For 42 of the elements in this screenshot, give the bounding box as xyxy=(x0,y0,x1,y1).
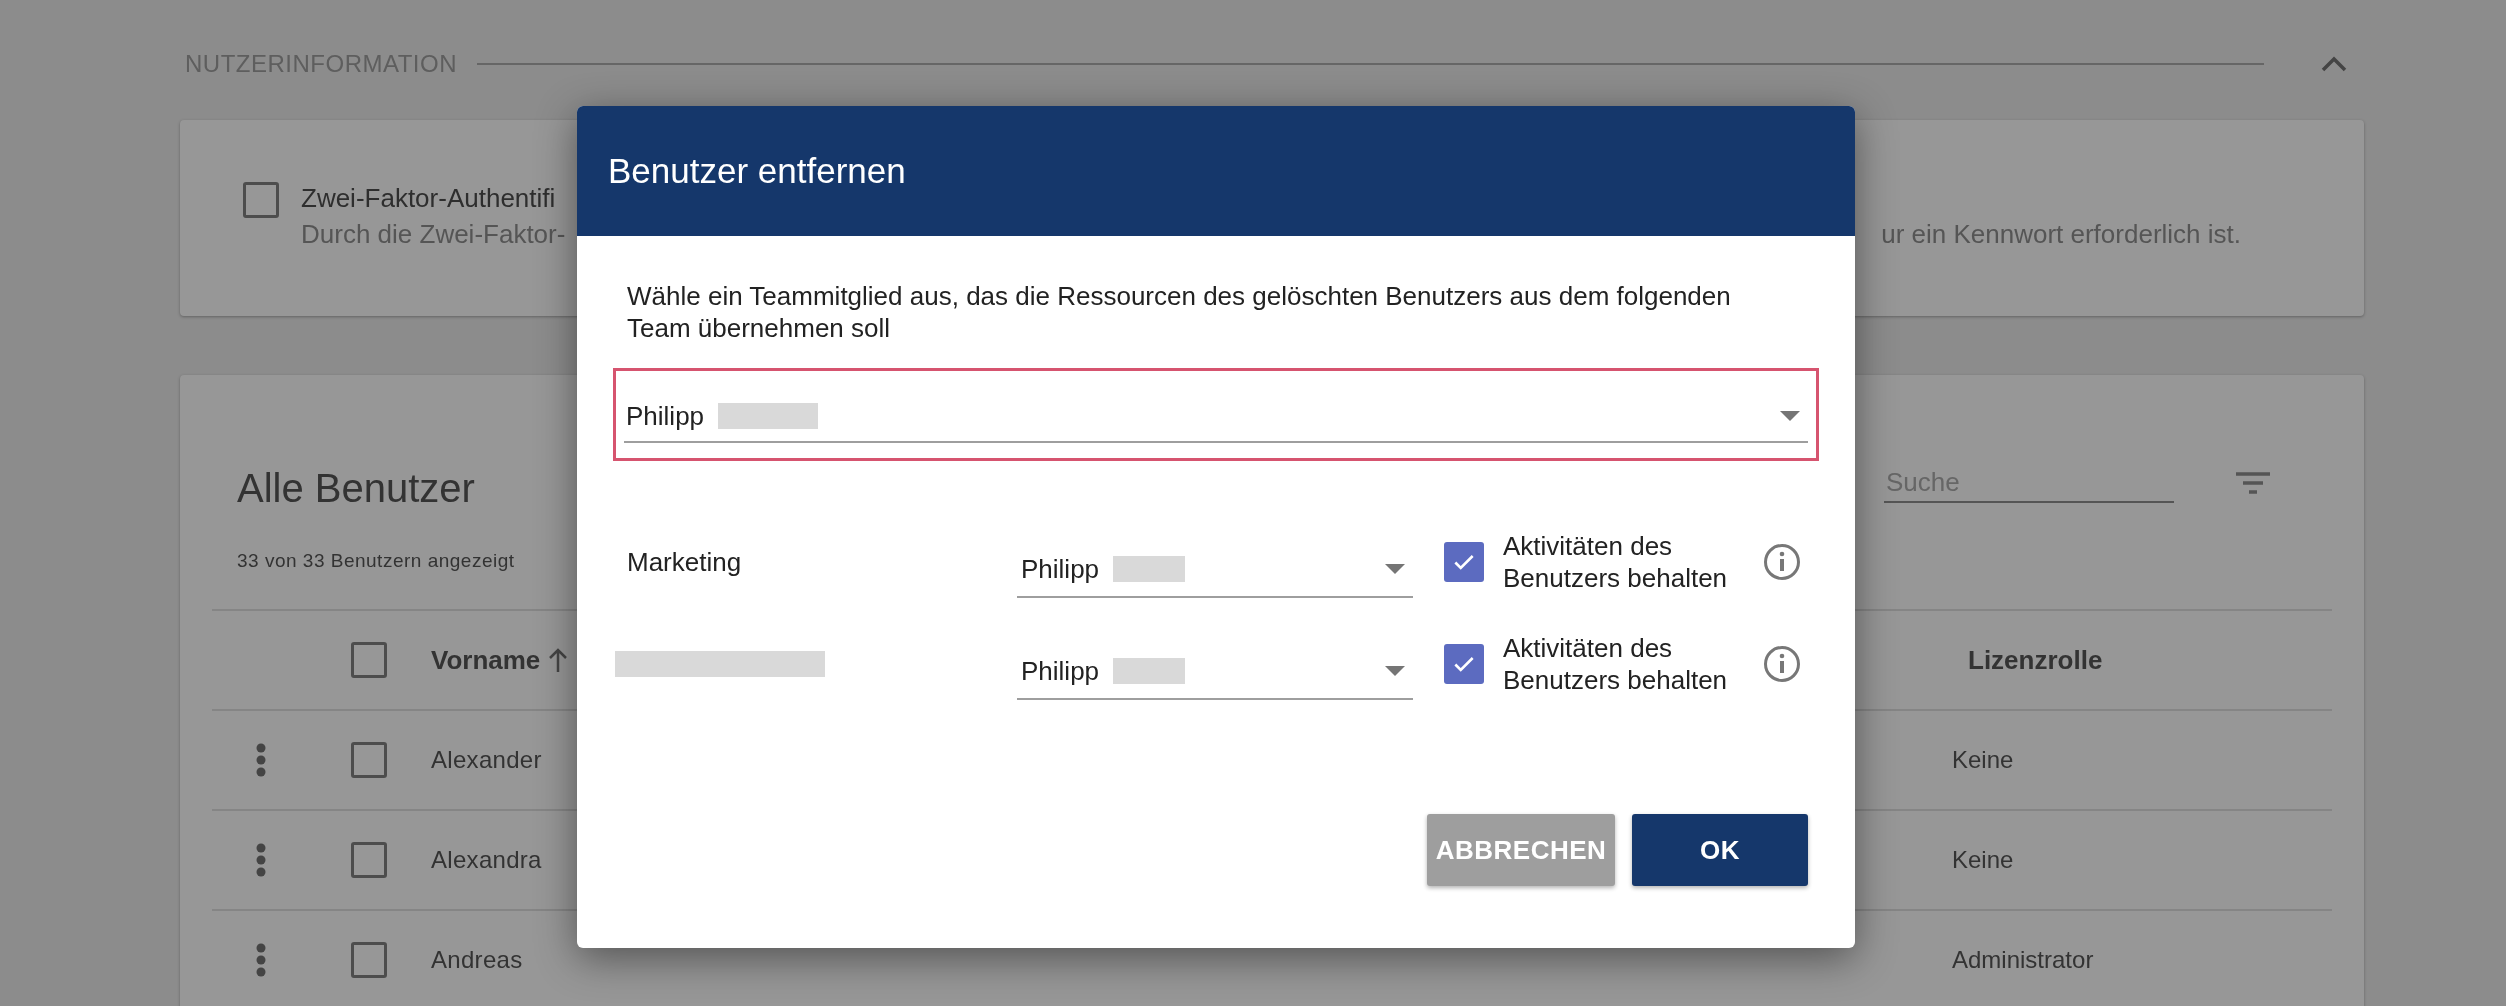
more-options-icon[interactable] xyxy=(256,843,266,877)
assignee-select[interactable]: Philipp xyxy=(613,368,1819,461)
info-icon[interactable] xyxy=(1763,645,1801,683)
option-description: ur ein Kennwort erforderlich ist. xyxy=(1881,218,2241,251)
option-description: Durch die Zwei-Faktor- xyxy=(301,218,566,251)
table-cell-text: Keine xyxy=(1952,845,2014,875)
table-cell-text: Administrator xyxy=(1952,945,2094,975)
checkbox[interactable] xyxy=(351,942,387,978)
info-icon[interactable] xyxy=(1763,543,1801,581)
more-options-icon[interactable] xyxy=(256,943,266,977)
checkbox[interactable] xyxy=(243,182,279,218)
dropdown-caret-icon[interactable] xyxy=(1385,665,1405,677)
table-cell-text: Alexander xyxy=(431,745,542,775)
checkbox[interactable] xyxy=(351,842,387,878)
table-cell-text: Alexandra xyxy=(431,845,542,875)
checkbox[interactable] xyxy=(1444,644,1484,684)
checkbox[interactable] xyxy=(351,642,387,678)
filter-icon[interactable] xyxy=(2234,470,2272,496)
checkbox-label: Aktivitäten des Benutzers behalten xyxy=(1503,530,1729,594)
result-count: 33 von 33 Benutzern angezeigt xyxy=(237,549,515,573)
team-name: Marketing xyxy=(627,545,742,579)
dropdown-caret-icon[interactable] xyxy=(1780,410,1800,422)
column-header[interactable]: Vorname xyxy=(431,640,541,680)
dialog-message: Wähle ein Teammitglied aus, das die Ressourcen des gelöschten Benutzers aus dem folgenden Team übernehmen soll xyxy=(626,280,1732,344)
ok-button[interactable]: OK xyxy=(1632,814,1808,886)
table-cell-text: Keine xyxy=(1952,745,2014,775)
select-value: Philipp xyxy=(1021,552,1100,586)
team-assignee-select[interactable]: Philipp xyxy=(1017,542,1413,598)
select-value: Philipp xyxy=(626,399,705,433)
sort-arrow-icon[interactable] xyxy=(548,647,569,673)
checkbox-label: Aktivitäten des Benutzers behalten xyxy=(1503,632,1729,696)
more-options-icon[interactable] xyxy=(256,743,266,777)
checkbox[interactable] xyxy=(1444,542,1484,582)
select-value: Philipp xyxy=(1021,654,1100,688)
checkbox[interactable] xyxy=(351,742,387,778)
column-header[interactable]: Lizenzrolle xyxy=(1968,640,2103,680)
dialog-title: Benutzer entfernen xyxy=(608,149,906,192)
dropdown-caret-icon[interactable] xyxy=(1385,563,1405,575)
option-label: Zwei-Faktor-Authentifi xyxy=(301,182,557,215)
card-title: Alle Benutzer xyxy=(237,465,476,512)
table-cell-text: Andreas xyxy=(431,945,523,975)
team-assignee-select[interactable]: Philipp xyxy=(1017,644,1413,700)
